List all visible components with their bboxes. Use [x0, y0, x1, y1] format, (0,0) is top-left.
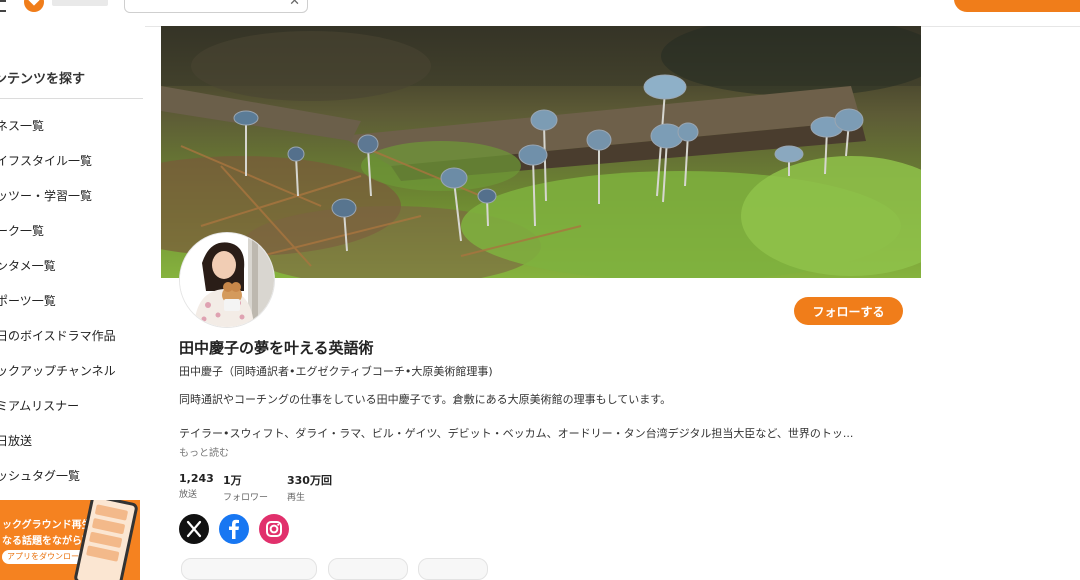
stat-plays: 330万回 再生 [287, 472, 332, 503]
sidebar-divider [0, 98, 143, 99]
sidebar-item-lifestyle[interactable]: イフスタイル一覧 [0, 152, 92, 169]
phone-mockup-image [73, 500, 139, 580]
sidebar-item-talk[interactable]: ーク一覧 [0, 222, 44, 239]
read-more-link[interactable]: もっと読む [179, 444, 229, 459]
clear-search-icon[interactable]: ✕ [289, 0, 300, 8]
stat-label: 再生 [287, 493, 306, 503]
logo-wordmark[interactable] [52, 0, 108, 6]
app-download-banner[interactable]: ックグラウンド再生で なる話題をながら聴き アプリをダウンロード › [0, 500, 140, 580]
top-header: ✕ [0, 0, 1080, 27]
stat-value: 330万回 [287, 474, 332, 487]
sidebar-item-sports[interactable]: ポーツ一覧 [0, 292, 56, 309]
stat-label: フォロワー [223, 493, 269, 503]
sidebar-item-premium[interactable]: ミアムリスナー [0, 397, 79, 414]
sidebar-title: ンテンツを探す [0, 72, 86, 87]
sidebar-item-today[interactable]: 日放送 [0, 432, 32, 449]
channel-description-line-1: 同時通訳やコーチングの仕事をしている田中慶子です。倉敷にある大原美術館の理事もし… [179, 393, 672, 406]
sidebar: ンテンツを探す ネス一覧 イフスタイル一覧 ッツー・学習一覧 ーク一覧 ンタメ一… [0, 26, 145, 580]
stat-label: 放送 [179, 490, 198, 500]
avatar[interactable] [179, 232, 275, 328]
tag-pill[interactable] [328, 558, 408, 580]
follow-button[interactable]: フォローする [794, 297, 903, 325]
sidebar-item-entertainment[interactable]: ンタメ一覧 [0, 257, 56, 274]
tag-pill[interactable] [181, 558, 317, 580]
stat-value: 1万 [223, 474, 242, 487]
channel-title: 田中慶子の夢を叶える英語術 [179, 339, 374, 357]
header-action-button[interactable] [954, 0, 1080, 12]
menu-icon[interactable] [0, 0, 6, 12]
tag-pill[interactable] [418, 558, 488, 580]
logo-icon[interactable] [24, 0, 44, 12]
search-input[interactable]: ✕ [124, 0, 308, 13]
sidebar-item-pickup[interactable]: ックアップチャンネル [0, 362, 116, 379]
stat-value: 1,243 [179, 472, 214, 485]
host-name: 田中慶子（同時通訳者•エグゼクティブコーチ•大原美術館理事) [179, 365, 493, 378]
x-icon[interactable] [179, 514, 209, 544]
cover-image [161, 26, 921, 278]
facebook-icon[interactable] [219, 514, 249, 544]
sidebar-item-hashtags[interactable]: ッシュタグ一覧 [0, 467, 80, 484]
stat-broadcasts: 1,243 放送 [179, 472, 214, 500]
sidebar-item-howto[interactable]: ッツー・学習一覧 [0, 187, 92, 204]
sidebar-item-business[interactable]: ネス一覧 [0, 117, 44, 134]
channel-description-line-2: テイラー•スウィフト、ダライ・ラマ、ビル・ゲイツ、デビット・ベッカム、オードリー… [179, 427, 854, 440]
sidebar-item-voice-drama[interactable]: 日のボイスドラマ作品 [0, 327, 116, 344]
stat-followers[interactable]: 1万 フォロワー [223, 472, 268, 503]
instagram-icon[interactable] [259, 514, 289, 544]
